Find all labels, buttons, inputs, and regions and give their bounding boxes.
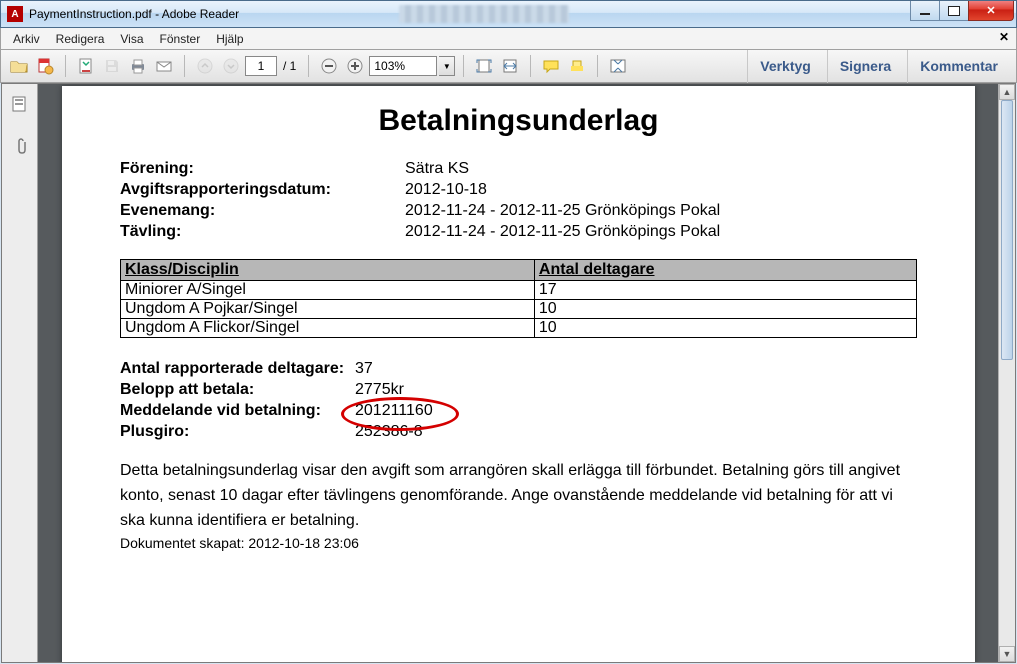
- menu-visa[interactable]: Visa: [112, 30, 151, 48]
- window-title: PaymentInstruction.pdf - Adobe Reader: [29, 7, 239, 21]
- summary-block: Antal rapporterade deltagare:37 Belopp a…: [120, 360, 917, 441]
- forening-label: Förening:: [120, 160, 405, 178]
- antal-value: 37: [355, 360, 373, 378]
- read-mode-button[interactable]: [606, 54, 630, 78]
- table-header-klass: Klass/Disciplin: [121, 260, 535, 281]
- scroll-down-arrow[interactable]: ▼: [999, 646, 1015, 662]
- background-window-blur: [399, 5, 569, 23]
- table-header-antal: Antal deltagare: [534, 260, 916, 281]
- comment-panel-button[interactable]: Kommentar: [907, 50, 1010, 83]
- create-pdf-button[interactable]: [33, 54, 57, 78]
- zoom-value-input[interactable]: [369, 56, 437, 76]
- header-block: Förening:Sätra KS Avgiftsrapporteringsda…: [120, 160, 917, 241]
- toolbar: / 1 ▼ Verktyg Signera Kommentar: [0, 50, 1017, 83]
- table-row: Ungdom A Pojkar/Singel10: [121, 300, 917, 319]
- attachments-panel-icon[interactable]: [8, 134, 32, 158]
- window-close-button[interactable]: [968, 1, 1014, 21]
- tools-panel-button[interactable]: Verktyg: [747, 50, 823, 83]
- page-down-button[interactable]: [219, 54, 243, 78]
- window-titlebar: A PaymentInstruction.pdf - Adobe Reader: [0, 0, 1017, 28]
- belopp-label: Belopp att betala:: [120, 381, 355, 399]
- document-title: Betalningsunderlag: [120, 104, 917, 138]
- window-maximize-button[interactable]: [939, 1, 969, 21]
- scroll-up-arrow[interactable]: ▲: [999, 84, 1015, 100]
- forening-value: Sätra KS: [405, 160, 469, 178]
- zoom-in-button[interactable]: [343, 54, 367, 78]
- menu-redigera[interactable]: Redigera: [48, 30, 113, 48]
- page-total-label: / 1: [279, 59, 300, 73]
- page-number-input[interactable]: [245, 56, 277, 76]
- pdf-page: Betalningsunderlag Förening:Sätra KS Avg…: [62, 86, 975, 662]
- fit-width-button[interactable]: [498, 54, 522, 78]
- meddelande-value: 201211160: [355, 402, 433, 420]
- tavling-label: Tävling:: [120, 223, 405, 241]
- meddelande-label: Meddelande vid betalning:: [120, 402, 355, 420]
- plusgiro-label: Plusgiro:: [120, 423, 355, 441]
- page-up-button[interactable]: [193, 54, 217, 78]
- menu-fonster[interactable]: Fönster: [152, 30, 209, 48]
- app-icon: A: [7, 6, 23, 22]
- thumbnails-panel-icon[interactable]: [8, 92, 32, 116]
- document-viewport[interactable]: Betalningsunderlag Förening:Sätra KS Avg…: [38, 84, 1015, 662]
- tavling-value: 2012-11-24 - 2012-11-25 Grönköpings Poka…: [405, 223, 720, 241]
- content-area: Betalningsunderlag Förening:Sätra KS Avg…: [1, 83, 1016, 663]
- evenemang-label: Evenemang:: [120, 202, 405, 220]
- open-file-button[interactable]: [7, 54, 31, 78]
- footer-paragraph: Detta betalningsunderlag visar den avgif…: [120, 459, 917, 533]
- antal-label: Antal rapporterade deltagare:: [120, 360, 355, 378]
- menu-arkiv[interactable]: Arkiv: [5, 30, 48, 48]
- vertical-scrollbar[interactable]: ▲ ▼: [998, 84, 1015, 662]
- email-button[interactable]: [152, 54, 176, 78]
- fit-page-button[interactable]: [472, 54, 496, 78]
- export-pdf-button[interactable]: [74, 54, 98, 78]
- save-button[interactable]: [100, 54, 124, 78]
- highlight-button[interactable]: [565, 54, 589, 78]
- close-document-button[interactable]: ✕: [996, 30, 1012, 46]
- table-row: Ungdom A Flickor/Singel10: [121, 319, 917, 338]
- evenemang-value: 2012-11-24 - 2012-11-25 Grönköpings Poka…: [405, 202, 720, 220]
- avgift-label: Avgiftsrapporteringsdatum:: [120, 181, 405, 199]
- zoom-out-button[interactable]: [317, 54, 341, 78]
- navigation-sidebar: [2, 84, 38, 662]
- print-button[interactable]: [126, 54, 150, 78]
- zoom-dropdown-button[interactable]: ▼: [439, 56, 455, 76]
- sign-panel-button[interactable]: Signera: [827, 50, 903, 83]
- document-created: Dokumentet skapat: 2012-10-18 23:06: [120, 535, 917, 551]
- avgift-value: 2012-10-18: [405, 181, 487, 199]
- comment-bubble-button[interactable]: [539, 54, 563, 78]
- menu-hjalp[interactable]: Hjälp: [208, 30, 251, 48]
- window-minimize-button[interactable]: [910, 1, 940, 21]
- table-row: Miniorer A/Singel17: [121, 281, 917, 300]
- participants-table: Klass/Disciplin Antal deltagare Miniorer…: [120, 259, 917, 338]
- menu-bar: Arkiv Redigera Visa Fönster Hjälp ✕: [0, 28, 1017, 50]
- scroll-thumb[interactable]: [1001, 100, 1013, 360]
